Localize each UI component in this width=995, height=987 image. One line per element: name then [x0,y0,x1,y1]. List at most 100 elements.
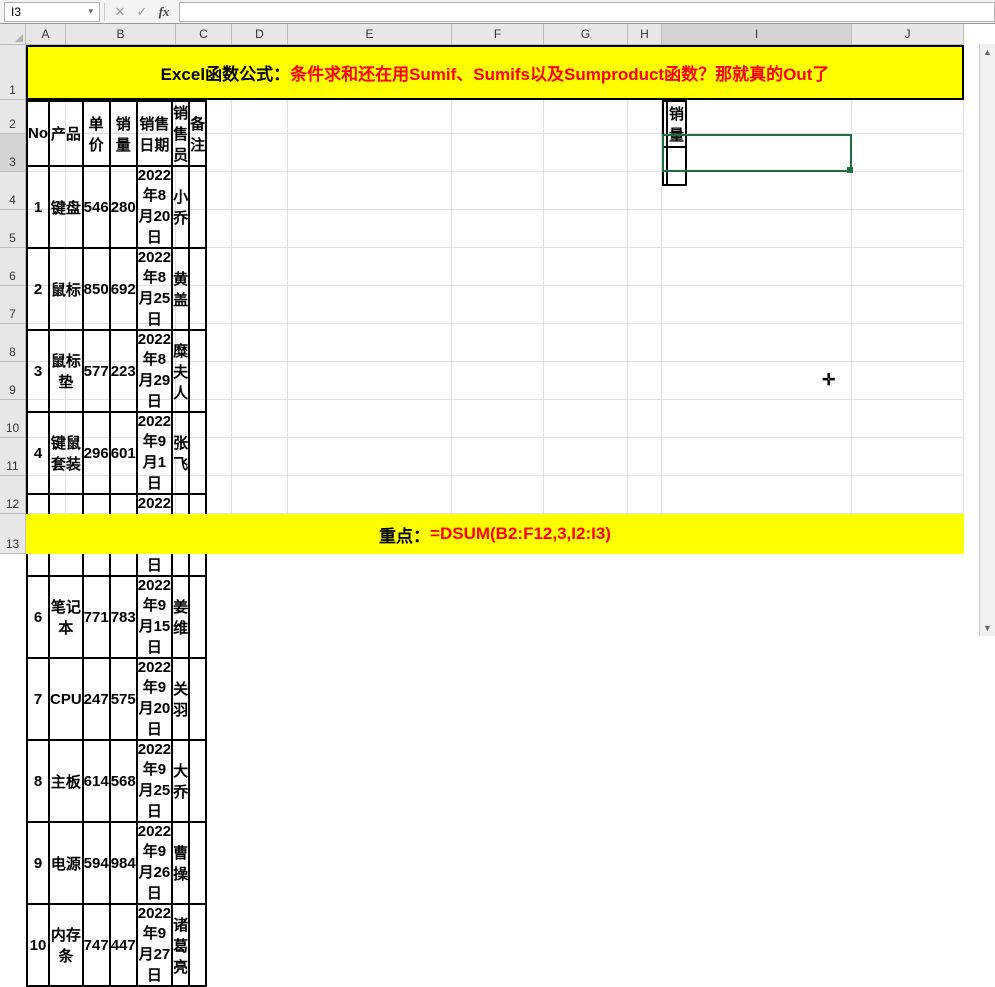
cell-remark[interactable] [189,248,206,330]
row-header-7[interactable]: 7 [0,286,26,324]
cell[interactable]: 568 [110,740,137,822]
cell[interactable]: 10 [27,904,49,986]
cell[interactable]: 主板 [49,740,83,822]
cell[interactable]: 张飞 [172,412,189,494]
cell[interactable]: 546 [83,166,110,248]
cell-remark[interactable] [189,330,206,412]
col-header-B[interactable]: B [66,24,176,45]
cell[interactable]: 577 [83,330,110,412]
cell[interactable]: 2022年9月20日 [137,658,172,740]
cell[interactable]: 2 [27,248,49,330]
cell[interactable]: 鼠标垫 [49,330,83,412]
col-header-C[interactable]: C [176,24,232,45]
row-header-5[interactable]: 5 [0,210,26,248]
scroll-track[interactable] [980,60,995,620]
cell[interactable]: 小乔 [172,166,189,248]
row-header-1[interactable]: 1 [0,45,26,100]
cell[interactable]: 9 [27,822,49,904]
dropdown-icon[interactable]: ▾ [88,6,93,17]
cell[interactable]: 594 [83,822,110,904]
row-header-9[interactable]: 9 [0,362,26,400]
cell[interactable]: 2022年9月27日 [137,904,172,986]
criteria-h2[interactable]: 销量 [667,101,686,147]
col-salesman[interactable]: 销售员 [172,101,189,166]
cell[interactable]: 6 [27,576,49,658]
cell-remark[interactable] [189,740,206,822]
cell[interactable]: 771 [83,576,110,658]
select-all-button[interactable] [0,24,26,45]
col-header-J[interactable]: J [852,24,964,45]
cell-remark[interactable] [189,576,206,658]
cell[interactable]: 614 [83,740,110,822]
criteria-v2[interactable] [667,147,686,185]
row-header-10[interactable]: 10 [0,400,26,438]
row-header-12[interactable]: 12 [0,476,26,514]
col-price[interactable]: 单价 [83,101,110,166]
row-header-13[interactable]: 13 [0,514,26,554]
cell[interactable]: 601 [110,412,137,494]
formula-input[interactable] [179,2,995,22]
cell[interactable]: 575 [110,658,137,740]
col-header-E[interactable]: E [288,24,452,45]
col-no[interactable]: No [27,101,49,166]
cell[interactable]: 电源 [49,822,83,904]
cell[interactable]: 糜夫人 [172,330,189,412]
row-header-11[interactable]: 11 [0,438,26,476]
cell[interactable]: 3 [27,330,49,412]
col-header-H[interactable]: H [628,24,662,45]
cell[interactable]: 984 [110,822,137,904]
cancel-icon[interactable]: ✕ [109,2,131,22]
cell[interactable]: 黄盖 [172,248,189,330]
col-product[interactable]: 产品 [49,101,83,166]
cell[interactable]: 1 [27,166,49,248]
cell-remark[interactable] [189,658,206,740]
cell[interactable]: 2022年9月26日 [137,822,172,904]
cell-remark[interactable] [189,904,206,986]
cell[interactable]: 7 [27,658,49,740]
row-header-3[interactable]: 3 [0,134,26,172]
cell[interactable]: 247 [83,658,110,740]
cell[interactable]: 曹操 [172,822,189,904]
cell[interactable]: 2022年9月25日 [137,740,172,822]
cell[interactable]: 键盘 [49,166,83,248]
col-header-F[interactable]: F [452,24,544,45]
accept-icon[interactable]: ✓ [131,2,153,22]
cell[interactable]: 280 [110,166,137,248]
col-header-A[interactable]: A [26,24,66,45]
cell[interactable]: 4 [27,412,49,494]
col-header-I[interactable]: I [662,24,852,45]
vertical-scrollbar[interactable]: ▲ ▼ [979,44,995,636]
row-header-8[interactable]: 8 [0,324,26,362]
cell-remark[interactable] [189,166,206,248]
cell[interactable]: 2022年8月29日 [137,330,172,412]
row-header-4[interactable]: 4 [0,172,26,210]
cell[interactable]: 姜维 [172,576,189,658]
cell[interactable]: 关羽 [172,658,189,740]
cell[interactable]: 296 [83,412,110,494]
cell[interactable]: 783 [110,576,137,658]
cell[interactable]: 447 [110,904,137,986]
cell[interactable]: 747 [83,904,110,986]
cell[interactable]: 2022年8月25日 [137,248,172,330]
row-header-6[interactable]: 6 [0,248,26,286]
col-remark[interactable]: 备注 [189,101,206,166]
cell[interactable]: 850 [83,248,110,330]
cell[interactable]: 2022年8月20日 [137,166,172,248]
row-header-2[interactable]: 2 [0,100,26,134]
cell-remark[interactable] [189,822,206,904]
name-box[interactable]: I3 ▾ [4,2,100,22]
cell[interactable]: 大乔 [172,740,189,822]
cell-remark[interactable] [189,412,206,494]
cell[interactable]: 2022年9月1日 [137,412,172,494]
col-header-D[interactable]: D [232,24,288,45]
col-date[interactable]: 销售日期 [137,101,172,166]
fx-icon[interactable]: fx [153,2,175,22]
scroll-down-icon[interactable]: ▼ [980,620,995,636]
cell[interactable]: 鼠标 [49,248,83,330]
cell[interactable]: 内存条 [49,904,83,986]
cell[interactable]: 2022年9月15日 [137,576,172,658]
cell[interactable]: 诸葛亮 [172,904,189,986]
scroll-up-icon[interactable]: ▲ [980,44,995,60]
cell[interactable]: 笔记本 [49,576,83,658]
col-qty[interactable]: 销量 [110,101,137,166]
